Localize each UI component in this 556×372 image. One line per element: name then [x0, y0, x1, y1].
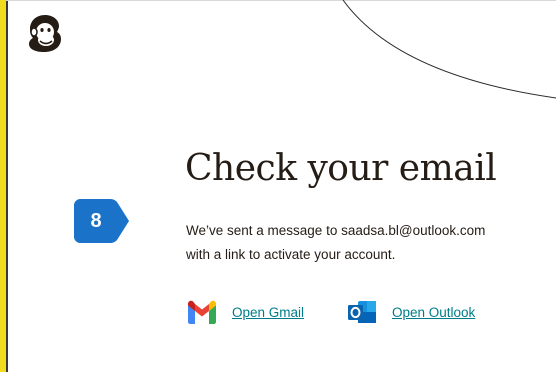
left-divider: [6, 0, 8, 372]
top-border: [6, 0, 556, 1]
open-gmail-label[interactable]: Open Gmail: [232, 305, 304, 320]
step-badge: 8: [74, 199, 130, 243]
step-number: 8: [90, 210, 102, 232]
open-outlook-link[interactable]: Open Outlook: [346, 298, 475, 326]
open-gmail-link[interactable]: Open Gmail: [186, 298, 304, 326]
message-line-2: with a link to activate your account.: [186, 247, 396, 262]
gmail-icon: [186, 298, 218, 326]
mailchimp-logo-icon[interactable]: [26, 12, 64, 54]
open-outlook-label[interactable]: Open Outlook: [392, 305, 475, 320]
confirmation-message: We’ve sent a message to saadsa.bl@outloo…: [186, 219, 556, 267]
page-title: Check your email: [185, 148, 497, 189]
outlook-icon: [346, 298, 378, 326]
page: 8 Check your email We’ve sent a message …: [0, 0, 556, 372]
message-line-1: We’ve sent a message to saadsa.bl@outloo…: [186, 223, 486, 238]
